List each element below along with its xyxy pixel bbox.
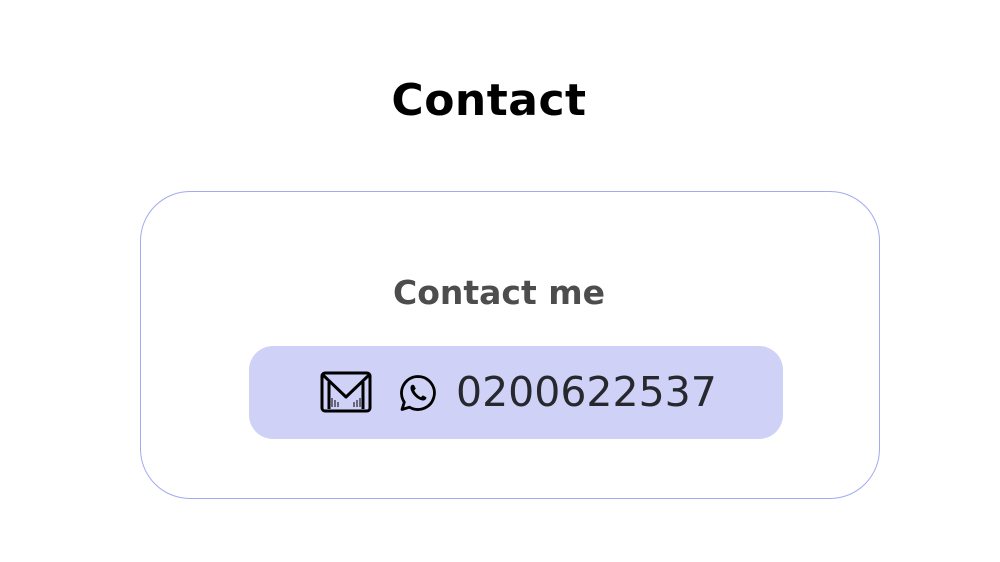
contact-heading: Contact me	[392, 273, 606, 313]
page-title: Contact	[391, 75, 587, 127]
phone-number[interactable]: 0200622537	[456, 363, 717, 421]
whatsapp-icon[interactable]	[398, 373, 438, 413]
contact-pill: 0200622537	[249, 346, 783, 439]
mail-icon[interactable]	[320, 371, 372, 413]
contact-card: Contact me 0200622537	[140, 191, 880, 499]
